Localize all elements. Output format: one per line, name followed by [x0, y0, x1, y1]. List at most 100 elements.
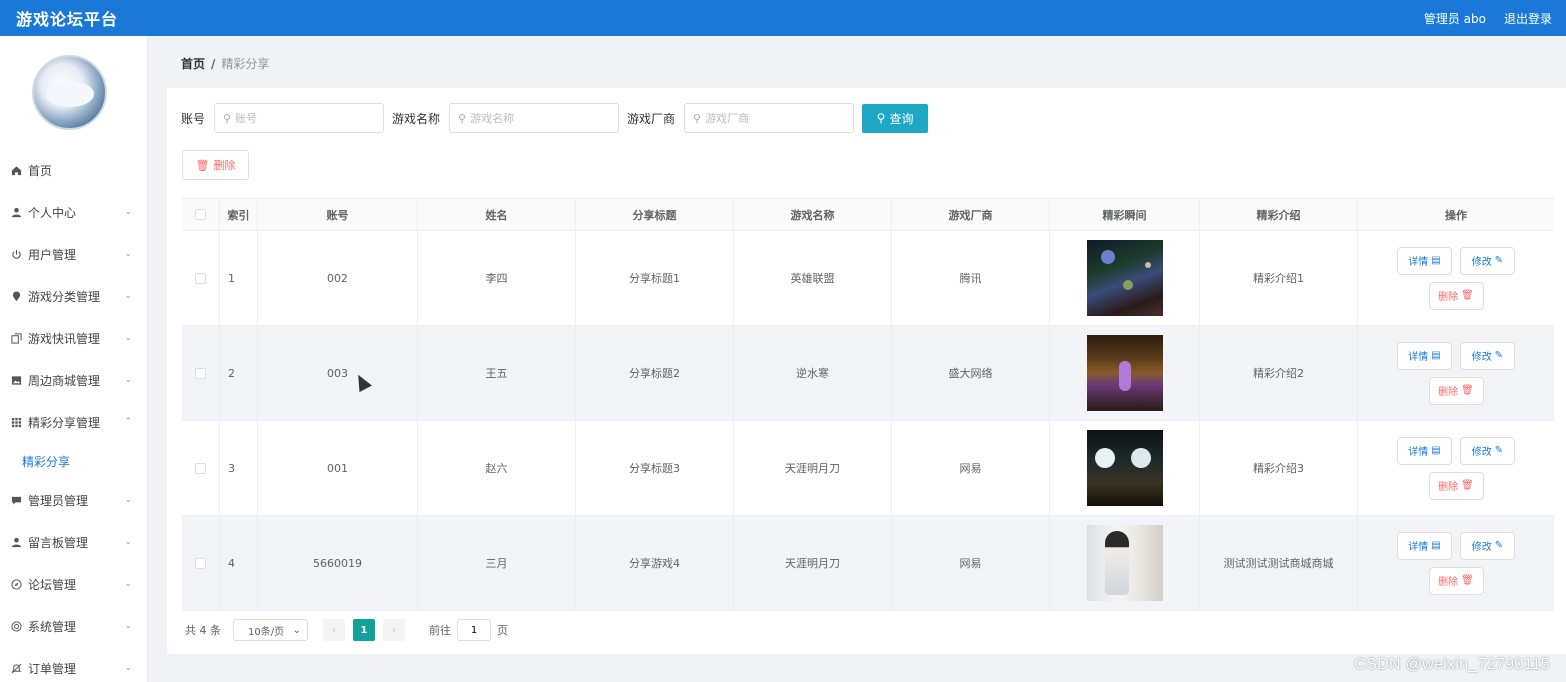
search-form: 账号 ⚲ 游戏名称 ⚲ 游戏厂商 ⚲ ⚲ 查询 [181, 103, 929, 133]
sidebar-item-label: 周边商城管理 [28, 373, 101, 388]
goto-label: 前往 [429, 624, 451, 637]
edit-label: 修改 [1471, 542, 1492, 553]
document-icon: ▤ [1431, 445, 1441, 456]
bell-icon [10, 662, 22, 674]
page-number-button[interactable]: 1 [353, 619, 375, 641]
next-page-button[interactable]: › [383, 619, 405, 641]
account-cell: 5660019 [258, 516, 418, 610]
detail-button[interactable]: 详情 ▤ [1397, 341, 1452, 370]
intro-cell: 测试测试测试商城商城 [1200, 516, 1358, 610]
intro-cell: 精彩介绍1 [1200, 231, 1358, 325]
sidebar-item-label: 首页 [28, 163, 53, 178]
column-header: 操作 [1445, 208, 1467, 222]
highlight-thumbnail[interactable] [1086, 335, 1163, 411]
sidebar-item-message-board[interactable]: 留言板管理 ⌄ [0, 521, 148, 563]
name-cell: 三月 [418, 516, 576, 610]
row-checkbox[interactable] [195, 367, 206, 379]
detail-button[interactable]: 详情 ▤ [1397, 531, 1452, 560]
sidebar-item-game-news[interactable]: 游戏快讯管理 ⌄ [0, 317, 148, 359]
row-checkbox-cell [182, 516, 220, 610]
highlight-thumbnail[interactable] [1086, 240, 1163, 316]
delete-button[interactable]: 删除 🗑 [1428, 376, 1484, 405]
goto-page-input[interactable] [457, 619, 491, 641]
edit-button[interactable]: 修改 ✎ [1460, 341, 1515, 370]
vendor-cell: 网易 [892, 421, 1050, 515]
edit-button[interactable]: 修改 ✎ [1460, 531, 1515, 560]
column-header: 游戏厂商 [892, 199, 1050, 230]
chevron-down-icon: ⌄ [124, 375, 132, 385]
index-cell: 4 [220, 516, 258, 610]
account-input[interactable] [235, 111, 376, 125]
vendor-label: 游戏厂商 [627, 111, 676, 126]
sidebar-item-game-category[interactable]: 游戏分类管理 ⌄ [0, 275, 148, 317]
table-row: 1 002 李四 分享标题1 英雄联盟 腾讯 精彩介绍1 详情 ▤ 修改 ✎ 删除 🗑 [182, 231, 1554, 326]
highlight-thumbnail[interactable] [1086, 430, 1163, 506]
title-cell: 分享标题1 [576, 231, 734, 325]
delete-button[interactable]: 删除 🗑 [1428, 566, 1484, 595]
edit-button[interactable]: 修改 ✎ [1460, 436, 1515, 465]
vendor-search-field[interactable]: ⚲ [684, 103, 855, 133]
trash-icon: 🗑 [1461, 575, 1474, 586]
detail-button[interactable]: 详情 ▤ [1397, 436, 1452, 465]
page-size-select[interactable]: 10条/页 ⌄ [233, 619, 308, 641]
picture-icon [10, 374, 22, 386]
detail-button[interactable]: 详情 ▤ [1397, 246, 1452, 275]
sidebar-item-users[interactable]: 用户管理 ⌄ [0, 233, 148, 275]
query-button[interactable]: ⚲ 查询 [862, 103, 929, 133]
breadcrumb: 首页 / 精彩分享 [181, 55, 269, 72]
breadcrumb-home[interactable]: 首页 [181, 57, 205, 71]
sidebar-item-home[interactable]: 首页 [0, 149, 148, 191]
table-row: 2 003 王五 分享标题2 逆水寒 盛大网络 精彩介绍2 详情 ▤ 修改 ✎ 删除… [182, 326, 1554, 421]
sidebar-item-system[interactable]: 系统管理 ⌄ [0, 605, 148, 647]
home-icon [10, 164, 22, 176]
row-actions: 详情 ▤ 修改 ✎ 删除 🗑 [1391, 436, 1521, 500]
row-checkbox[interactable] [195, 557, 206, 569]
trash-icon: 🗑 [195, 159, 210, 172]
row-checkbox[interactable] [195, 462, 206, 474]
column-header: 账号 [258, 199, 418, 230]
row-actions: 详情 ▤ 修改 ✎ 删除 🗑 [1391, 341, 1521, 405]
actions-cell: 详情 ▤ 修改 ✎ 删除 🗑 [1358, 421, 1554, 515]
sidebar-item-personal[interactable]: 个人中心 ⌄ [0, 191, 148, 233]
sidebar-item-share[interactable]: 精彩分享管理 ⌃ [0, 401, 148, 443]
search-icon: ⚲ [458, 111, 467, 125]
row-checkbox[interactable] [195, 272, 206, 284]
grid-icon [10, 416, 22, 428]
batch-delete-button[interactable]: 🗑 删除 [182, 150, 249, 180]
game-cell: 天涯明月刀 [734, 421, 892, 515]
game-name-search-field[interactable]: ⚲ [449, 103, 620, 133]
sidebar-item-orders[interactable]: 订单管理 ⌄ [0, 647, 148, 682]
sidebar-subitem-share[interactable]: 精彩分享 [0, 443, 148, 479]
detail-label: 详情 [1408, 352, 1429, 363]
page-size-value: 10条/页 [248, 626, 285, 638]
game-cell: 英雄联盟 [734, 231, 892, 325]
highlight-thumbnail[interactable] [1086, 525, 1163, 601]
sidebar-item-label: 游戏快讯管理 [28, 331, 101, 346]
page-suffix: 页 [497, 624, 508, 637]
delete-button[interactable]: 删除 🗑 [1428, 471, 1484, 500]
account-search-field[interactable]: ⚲ [214, 103, 385, 133]
pencil-icon: ✎ [1494, 255, 1504, 266]
sidebar-item-mall[interactable]: 周边商城管理 ⌄ [0, 359, 148, 401]
row-checkbox-cell [182, 421, 220, 515]
vendor-input[interactable] [705, 111, 846, 125]
row-actions: 详情 ▤ 修改 ✎ 删除 🗑 [1391, 531, 1521, 595]
sidebar-item-forum[interactable]: 论坛管理 ⌄ [0, 563, 148, 605]
sidebar-menu: 首页 个人中心 ⌄ 用户管理 ⌄ 游戏分类管理 ⌄ 游戏快讯管理 ⌄ 周边商城管… [0, 149, 148, 682]
actions-cell: 详情 ▤ 修改 ✎ 删除 🗑 [1358, 516, 1554, 610]
user-icon [10, 206, 22, 218]
intro-cell: 精彩介绍3 [1200, 421, 1358, 515]
edit-button[interactable]: 修改 ✎ [1460, 246, 1515, 275]
account-cell: 003 [258, 326, 418, 420]
game-name-input[interactable] [470, 111, 611, 125]
delete-button[interactable]: 删除 🗑 [1428, 281, 1484, 310]
chevron-down-icon: ⌄ [124, 621, 132, 631]
column-header: 精彩介绍 [1200, 199, 1358, 230]
table-row: 4 5660019 三月 分享游戏4 天涯明月刀 网易 测试测试测试商城商城 详… [182, 516, 1554, 611]
logout-link[interactable]: 退出登录 [1504, 10, 1552, 27]
sidebar-item-admins[interactable]: 管理员管理 ⌄ [0, 479, 148, 521]
prev-page-button[interactable]: ‹ [323, 619, 345, 641]
edit-label: 修改 [1471, 257, 1492, 268]
select-all-checkbox[interactable] [195, 209, 206, 220]
intro-cell: 精彩介绍2 [1200, 326, 1358, 420]
